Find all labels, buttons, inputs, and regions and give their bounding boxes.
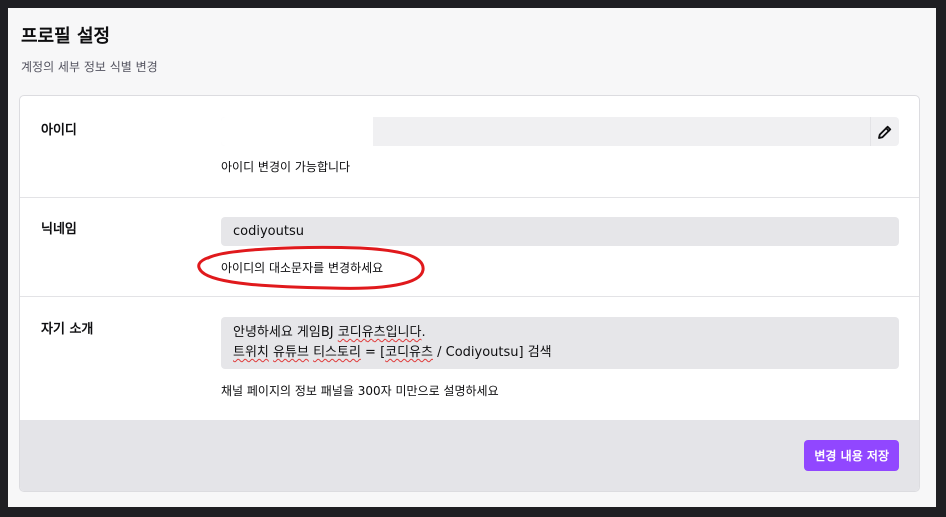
username-field[interactable] [221,117,899,146]
bio-line-2: 트위치 유튜브 티스토리 = [코디유츠 / Codiyoutsu] 검색 [233,345,552,360]
bio-row: 자기 소개 안녕하세요 게임BJ 코디유츠입니다. 트위치 유튜브 티스토리 =… [20,297,919,420]
bio-helper: 채널 페이지의 정보 패널을 300자 미만으로 설명하세요 [221,384,499,398]
nickname-input[interactable]: codiyoutsu [221,217,899,246]
nickname-label: 닉네임 [41,222,77,237]
save-changes-button[interactable]: 변경 내용 저장 [804,440,899,471]
pencil-icon [878,125,892,139]
profile-settings-panel: 프로필 설정 계정의 세부 정보 식별 변경 아이디 아이디 변경이 가능합니다… [8,8,936,507]
edit-username-button[interactable] [870,117,899,146]
username-row: 아이디 아이디 변경이 가능합니다 [20,96,919,198]
username-label: 아이디 [41,123,77,138]
profile-card: 아이디 아이디 변경이 가능합니다 닉네임 codiyoutsu 아이디의 대소… [19,95,920,492]
bio-label: 자기 소개 [41,322,94,337]
page-subtitle: 계정의 세부 정보 식별 변경 [21,60,158,74]
nickname-helper: 아이디의 대소문자를 변경하세요 [221,261,384,275]
username-input[interactable] [221,117,373,146]
page-title: 프로필 설정 [21,26,111,47]
card-footer: 변경 내용 저장 [20,420,919,491]
bio-textarea[interactable]: 안녕하세요 게임BJ 코디유츠입니다. 트위치 유튜브 티스토리 = [코디유츠… [221,317,899,369]
nickname-row: 닉네임 codiyoutsu 아이디의 대소문자를 변경하세요 [20,198,919,297]
username-helper: 아이디 변경이 가능합니다 [221,160,351,174]
bio-line-1: 안녕하세요 게임BJ 코디유츠입니다. [233,325,426,340]
